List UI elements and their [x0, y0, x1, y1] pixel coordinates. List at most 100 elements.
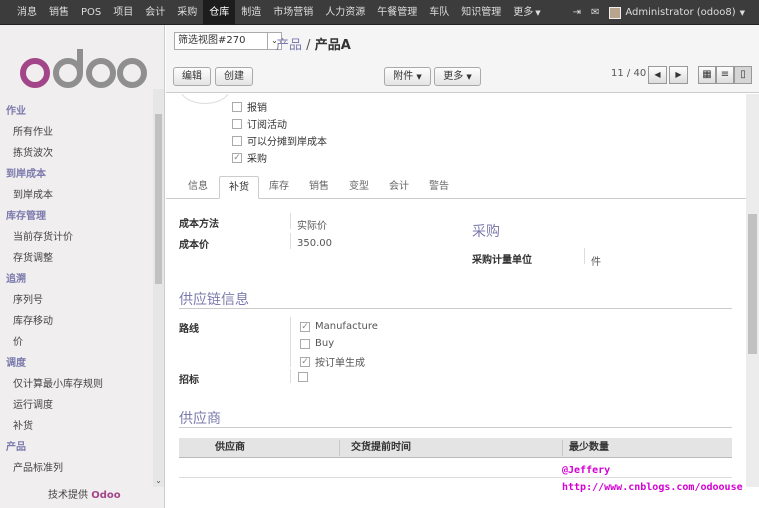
purchase-uom-value[interactable]: 件 — [591, 253, 601, 268]
checkbox[interactable] — [232, 118, 242, 129]
checkbox-landed-cost[interactable]: 可以分摊到岸成本 — [232, 133, 327, 148]
create-button[interactable]: 创建 — [215, 67, 253, 86]
sidebar-item-landed-costs[interactable]: 到岸成本 — [0, 185, 153, 206]
breadcrumb-parent[interactable]: 产品 — [276, 38, 302, 53]
menu-item-accounting[interactable]: 会计 — [139, 0, 171, 25]
route-buy[interactable]: Buy — [300, 338, 334, 349]
tender-label: 招标 — [179, 375, 199, 386]
purchase-uom-label: 采购计量单位 — [472, 255, 532, 266]
menu-item-purchase[interactable]: 采购 — [171, 0, 203, 25]
menu-item-project[interactable]: 项目 — [107, 0, 139, 25]
sidebar-scrollbar-thumb[interactable] — [155, 114, 162, 284]
sidebar: 作业 所有作业 拣货波次 到岸成本 到岸成本 库存管理 当前存货计价 存货调整 … — [0, 25, 165, 487]
sidebar-menu: 作业 所有作业 拣货波次 到岸成本 到岸成本 库存管理 当前存货计价 存货调整 … — [0, 101, 153, 479]
watermark-url: http://www.cnblogs.com/odoouse — [562, 482, 743, 493]
pager-next-button[interactable]: ▶ — [669, 66, 688, 84]
menu-item-more[interactable]: 更多 ▼ — [507, 0, 546, 25]
form-view-button[interactable]: ▯ — [734, 66, 752, 84]
sidebar-item-replenishment[interactable]: 补货 — [0, 416, 153, 437]
powered-by-link[interactable]: Odoo — [91, 490, 120, 501]
cost-method-label: 成本方法 — [179, 219, 219, 230]
tender-checkbox[interactable] — [298, 372, 308, 382]
list-icon: ≡ — [720, 69, 730, 80]
attachment-dropdown[interactable]: 附件 ▼ — [384, 67, 431, 86]
grid-icon: ▦ — [702, 69, 712, 80]
cost-price-label: 成本价 — [179, 240, 209, 251]
odoo-logo[interactable] — [18, 43, 148, 93]
sidebar-item-run-schedulers[interactable]: 运行调度 — [0, 395, 153, 416]
attachment-label: 附件 — [393, 71, 414, 82]
checkbox[interactable] — [300, 338, 310, 349]
menu-item-lunch[interactable]: 午餐管理 — [371, 0, 423, 25]
arrow-left-icon: ◀ — [654, 70, 661, 79]
sidebar-item-serial-numbers[interactable]: 序列号 — [0, 290, 153, 311]
checkbox[interactable]: ✓ — [300, 321, 310, 332]
checkbox-event-subscription[interactable]: 订阅活动 — [232, 116, 287, 131]
menu-item-manufacturing[interactable]: 制造 — [235, 0, 267, 25]
caret-down-icon: ▼ — [416, 73, 422, 81]
main-scrollbar[interactable] — [746, 94, 759, 487]
route-manufacture[interactable]: ✓ Manufacture — [300, 321, 378, 332]
sidebar-item-inventory-adjustments[interactable]: 存货调整 — [0, 248, 153, 269]
cost-method-value[interactable]: 实际价 — [297, 217, 327, 232]
sidebar-section-inventory-control: 库存管理 — [6, 211, 46, 222]
sidebar-item-stock-moves[interactable]: 库存移动 — [0, 311, 153, 332]
menu-item-hr[interactable]: 人力资源 — [319, 0, 371, 25]
topbar-right: ⇥ ✉ Administrator (odoo8) ▼ — [573, 0, 745, 25]
sidebar-item-all-operations[interactable]: 所有作业 — [0, 122, 153, 143]
menu-item-messages[interactable]: 消息 — [0, 0, 43, 25]
checkbox[interactable] — [232, 101, 242, 112]
more-dropdown[interactable]: 更多 ▼ — [434, 67, 481, 86]
main-scrollbar-thumb[interactable] — [748, 214, 757, 354]
tab-variants[interactable]: 变型 — [339, 176, 379, 199]
sidebar-section-products: 产品 — [6, 442, 26, 453]
tab-accounting[interactable]: 会计 — [379, 176, 419, 199]
edit-button[interactable]: 编辑 — [173, 67, 211, 86]
column-header-lead-time[interactable]: 交货提前时间 — [351, 438, 411, 458]
form-icon: ▯ — [740, 69, 746, 80]
tab-replenishment[interactable]: 补货 — [219, 176, 259, 199]
pager-previous-button[interactable]: ◀ — [648, 66, 667, 84]
tab-sales[interactable]: 销售 — [299, 176, 339, 199]
checkbox-expense[interactable]: 报销 — [232, 99, 267, 114]
sidebar-item-compute-min-stock-rules[interactable]: 仅计算最小库存规则 — [0, 374, 153, 395]
sidebar-item-product-list[interactable]: 产品标准列 — [0, 458, 153, 479]
menu-item-marketing[interactable]: 市场营销 — [267, 0, 319, 25]
powered-by-text: 技术提供 — [48, 490, 88, 501]
sidebar-item-inventory-valuation[interactable]: 当前存货计价 — [0, 227, 153, 248]
column-header-min-qty[interactable]: 最少数量 — [569, 438, 609, 458]
checkbox[interactable] — [298, 372, 308, 382]
kanban-view-button[interactable]: ▦ — [698, 66, 716, 84]
menu-item-knowledge[interactable]: 知识管理 — [455, 0, 507, 25]
sidebar-item-price[interactable]: 价 — [0, 332, 153, 353]
checkbox[interactable]: ✓ — [232, 152, 242, 163]
menu-item-warehouse[interactable]: 仓库 — [203, 0, 236, 25]
chevron-down-icon[interactable]: ⌄ — [153, 476, 164, 487]
menu-item-fleet[interactable]: 车队 — [423, 0, 455, 25]
sidebar-scrollbar[interactable]: ⌄ — [153, 89, 164, 487]
arrow-right-icon: ▶ — [675, 70, 682, 79]
view-filter-select-value: 筛选视图#270 — [178, 35, 246, 46]
product-image[interactable] — [180, 94, 230, 104]
route-label: Buy — [315, 338, 335, 349]
checkbox[interactable]: ✓ — [300, 356, 310, 367]
menu-item-pos[interactable]: POS — [75, 0, 107, 25]
menu-item-sales[interactable]: 销售 — [43, 0, 75, 25]
column-header-supplier[interactable]: 供应商 — [215, 438, 245, 458]
view-filter-select[interactable]: 筛选视图#270 ⌄ — [174, 32, 282, 50]
list-view-button[interactable]: ≡ — [716, 66, 734, 84]
cost-price-value[interactable]: 350.00 — [297, 238, 332, 249]
sidebar-section-operations: 作业 — [6, 106, 26, 117]
sign-in-icon[interactable]: ⇥ — [573, 7, 581, 18]
caret-down-icon: ▼ — [466, 73, 472, 81]
route-make-to-order[interactable]: ✓ 按订单生成 — [300, 354, 365, 369]
user-menu[interactable]: Administrator (odoo8) ▼ — [609, 6, 745, 19]
tab-inventory[interactable]: 库存 — [259, 176, 299, 199]
checkbox[interactable] — [232, 135, 242, 146]
checkbox-label: 报销 — [247, 103, 267, 114]
checkbox-can-purchase[interactable]: ✓ 采购 — [232, 150, 267, 165]
tab-warnings[interactable]: 警告 — [419, 176, 459, 199]
tab-information[interactable]: 信息 — [178, 176, 218, 199]
sidebar-item-picking-waves[interactable]: 拣货波次 — [0, 143, 153, 164]
chat-icon[interactable]: ✉ — [591, 7, 599, 18]
